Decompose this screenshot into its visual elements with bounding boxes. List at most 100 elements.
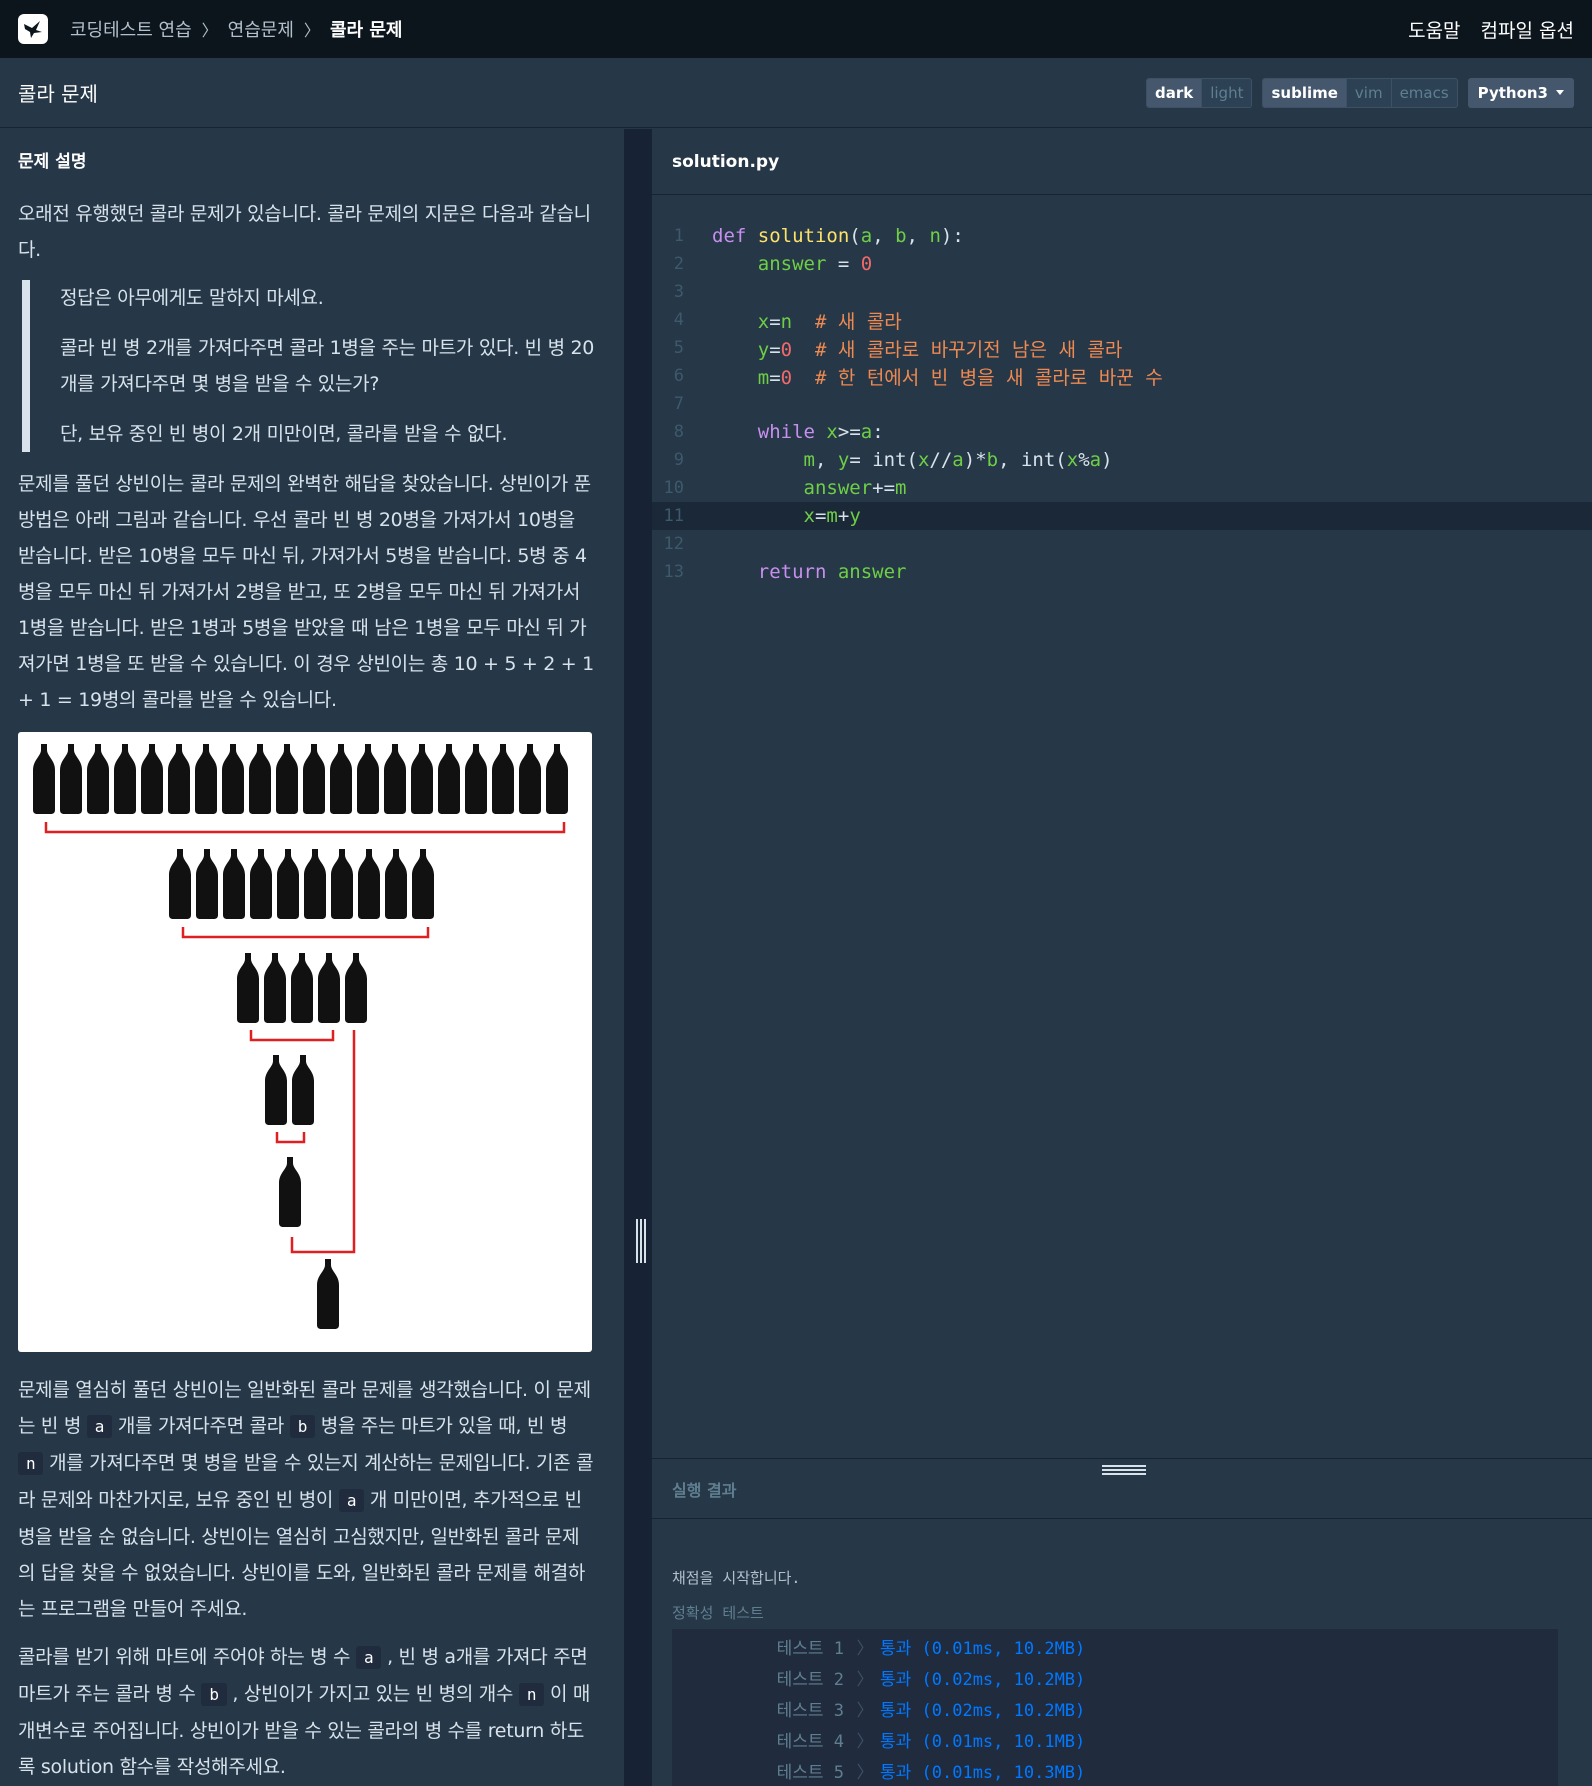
test-row: 테스트 5 〉 통과 (0.01ms, 10.3MB): [672, 1755, 1558, 1786]
bottle-icon: [385, 849, 407, 919]
bottle-icon: [114, 744, 136, 814]
problem-intro: 오래전 유행했던 콜라 문제가 있습니다. 콜라 문제의 지문은 다음과 같습니…: [18, 203, 591, 261]
code-line[interactable]: 9 m, y= int(x//a)*b, int(x%a): [652, 446, 1592, 474]
theme-dark-button[interactable]: dark: [1146, 78, 1203, 107]
code-line[interactable]: 12: [652, 530, 1592, 558]
bottle-icon: [357, 744, 379, 814]
test-row: 테스트 1 〉 통과 (0.01ms, 10.2MB): [672, 1631, 1558, 1662]
quote-line: 정답은 아무에게도 말하지 마세요.: [60, 287, 324, 309]
grading-start-text: 채점을 시작합니다.: [672, 1569, 801, 1587]
test-row: 테스트 2 〉 통과 (0.02ms, 10.2MB): [672, 1662, 1558, 1693]
code-line[interactable]: 7: [652, 390, 1592, 418]
bottle-icon: [249, 744, 271, 814]
bottle-icon: [317, 1259, 339, 1329]
bottle-icon: [250, 849, 272, 919]
cola-bottles-figure: [18, 732, 592, 1352]
splitter-handle-icon[interactable]: [636, 1219, 646, 1263]
var-a: a: [355, 1646, 382, 1669]
bottle-icon: [331, 849, 353, 919]
code-line[interactable]: 6 m=0 # 한 턴에서 빈 병을 새 콜라로 바꾼 수: [652, 362, 1592, 390]
bracket-line: [249, 1030, 335, 1042]
var-a: a: [338, 1489, 365, 1512]
bottle-icon: [438, 744, 460, 814]
bottle-icon: [465, 744, 487, 814]
bottle-icon: [33, 744, 55, 814]
bottle-icon: [318, 953, 340, 1023]
page-title: 콜라 문제: [18, 82, 98, 106]
problem-description-panel[interactable]: 문제 설명 오래전 유행했던 콜라 문제가 있습니다. 콜라 문제의 지문은 다…: [0, 129, 614, 1786]
breadcrumb: 코딩테스트 연습 〉 연습문제 〉 콜라 문제: [70, 16, 402, 42]
bottle-icon: [412, 849, 434, 919]
keymap-sublime-button[interactable]: sublime: [1263, 78, 1347, 107]
breadcrumb-current: 콜라 문제: [329, 20, 403, 41]
accuracy-test-label: 정확성 테스트: [672, 1604, 764, 1622]
breadcrumb-coding-test[interactable]: 코딩테스트 연습: [70, 16, 192, 42]
resize-grip-icon[interactable]: [1102, 1465, 1146, 1475]
bottle-icon: [264, 953, 286, 1023]
bottle-icon: [492, 744, 514, 814]
code-line[interactable]: 1 def solution(a, b, n):: [652, 222, 1592, 250]
code-line[interactable]: 2 answer = 0: [652, 250, 1592, 278]
code-line[interactable]: 8 while x>=a:: [652, 418, 1592, 446]
help-link[interactable]: 도움말: [1408, 16, 1460, 43]
var-a: a: [86, 1415, 113, 1438]
bottle-icon: [222, 744, 244, 814]
language-select[interactable]: Python3: [1467, 77, 1574, 108]
breadcrumb-practice[interactable]: 연습문제: [228, 16, 294, 42]
problem-params: 콜라를 받기 위해 마트에 주어야 하는 병 수 a , 빈 병 a개를 가져다…: [18, 1646, 591, 1778]
bottle-icon: [358, 849, 380, 919]
code-line[interactable]: 3: [652, 278, 1592, 306]
bottle-icon: [276, 744, 298, 814]
code-line[interactable]: 5 y=0 # 새 콜라로 바꾸기전 남은 새 콜라: [652, 334, 1592, 362]
problem-explanation: 문제를 풀던 상빈이는 콜라 문제의 완벽한 해답을 찾았습니다. 상빈이가 푼…: [18, 473, 594, 711]
chevron-right-icon: 〉: [303, 21, 320, 40]
chevron-right-icon: 〉: [201, 21, 218, 40]
var-n: n: [18, 1452, 44, 1475]
bottle-icon: [223, 849, 245, 919]
code-line-active[interactable]: 11 x=m+y: [652, 502, 1592, 530]
panel-splitter[interactable]: [614, 129, 652, 1786]
chevron-right-icon: 〉: [856, 1701, 874, 1721]
bottle-icon: [291, 953, 313, 1023]
code-editor[interactable]: 1 def solution(a, b, n): 2 answer = 0 3 4…: [652, 196, 1592, 1458]
var-b: b: [201, 1683, 227, 1706]
keymap-vim-button[interactable]: vim: [1347, 78, 1392, 107]
bottle-icon: [519, 744, 541, 814]
bottle-icon: [168, 744, 190, 814]
bottle-icon: [546, 744, 568, 814]
problem-heading: 문제 설명: [18, 152, 87, 172]
bottle-icon: [304, 849, 326, 919]
bottle-icon: [330, 744, 352, 814]
bottle-icon: [87, 744, 109, 814]
bottle-icon: [237, 953, 259, 1023]
bottle-icon: [345, 953, 367, 1023]
theme-light-button[interactable]: light: [1202, 79, 1251, 107]
var-n: n: [518, 1683, 545, 1706]
bottle-icon: [292, 1055, 314, 1125]
keymap-emacs-button[interactable]: emacs: [1392, 79, 1457, 107]
bracket-line: [44, 822, 566, 834]
bottle-icon: [277, 849, 299, 919]
compile-options-link[interactable]: 컴파일 옵션: [1481, 16, 1574, 43]
top-navbar: 코딩테스트 연습 〉 연습문제 〉 콜라 문제 도움말 컴파일 옵션: [0, 0, 1592, 58]
code-line[interactable]: 4 x=n # 새 콜라: [652, 306, 1592, 334]
test-results-table: 테스트 1 〉 통과 (0.01ms, 10.2MB) 테스트 2 〉 통과 (0.02…: [672, 1629, 1558, 1786]
scrollbar-track[interactable]: [614, 129, 624, 1786]
bottle-icon: [141, 744, 163, 814]
result-panel: 실행 결과 채점을 시작합니다. 정확성 테스트 테스트 1 〉 통과 (0.01m…: [652, 1458, 1592, 1786]
code-line[interactable]: 10 answer+=m: [652, 474, 1592, 502]
var-b: b: [289, 1415, 316, 1438]
bracket-line: [181, 927, 430, 939]
chevron-right-icon: 〉: [856, 1639, 874, 1659]
bottle-icon: [195, 744, 217, 814]
bottle-icon: [60, 744, 82, 814]
bottle-icon: [169, 849, 191, 919]
problem-quote: 정답은 아무에게도 말하지 마세요. 콜라 빈 병 2개를 가져다주면 콜라 1…: [22, 280, 596, 452]
code-line[interactable]: 13 return answer: [652, 558, 1592, 586]
bottle-icon: [265, 1055, 287, 1125]
programmers-logo-icon[interactable]: [18, 14, 48, 44]
quote-line: 단, 보유 중인 빈 병이 2개 미만이면, 콜라를 받을 수 없다.: [60, 423, 508, 445]
bottle-icon: [384, 744, 406, 814]
cola-bottles-diagram: [33, 744, 568, 1329]
chevron-right-icon: 〉: [856, 1732, 874, 1752]
